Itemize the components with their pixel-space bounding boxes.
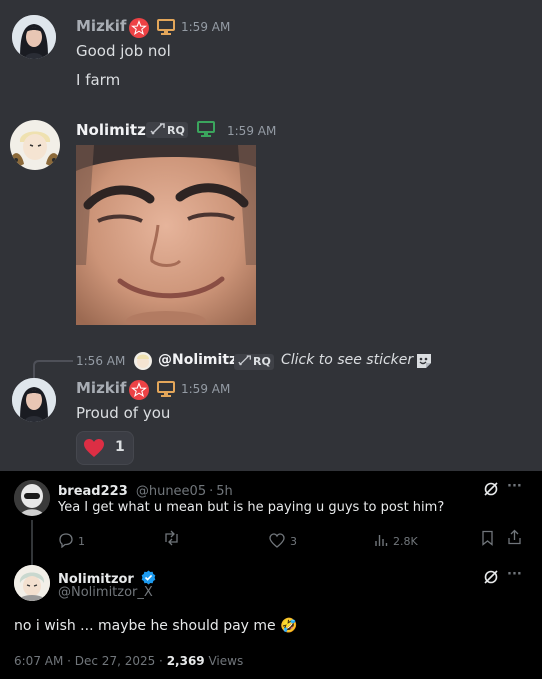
message-timestamp: 1:59 AM	[181, 20, 231, 34]
reply-count: 1	[78, 535, 85, 548]
mizkif-avatar[interactable]	[12, 378, 56, 422]
like-icon	[269, 533, 285, 548]
nolimitz-avatar-image	[10, 120, 60, 170]
more-options-icon[interactable]: ···	[507, 567, 522, 582]
view-count: 2.8K	[393, 535, 418, 548]
user-handle[interactable]: @hunee05	[136, 484, 206, 499]
desktop-icon	[197, 121, 215, 137]
bookmark-icon[interactable]	[481, 530, 494, 546]
reply-timestamp: 1:56 AM	[76, 354, 126, 368]
reply-icon	[59, 533, 73, 549]
verified-badge-icon	[141, 570, 156, 585]
author-name[interactable]: Nolimitz	[76, 121, 146, 139]
reply-action[interactable]: 1	[58, 530, 85, 549]
reaction-count: 1	[115, 439, 125, 455]
separator-dot: ·	[209, 484, 214, 499]
display-name[interactable]: bread223	[58, 484, 128, 499]
heart-icon	[84, 439, 104, 457]
tweet-text: Yea I get what u mean but is he paying u…	[58, 500, 445, 515]
desktop-icon	[157, 19, 175, 35]
grok-icon[interactable]	[483, 481, 499, 497]
role-tag-label: RQ	[253, 355, 271, 368]
tweet-age[interactable]: 5h	[216, 484, 233, 499]
tweet-datetime[interactable]: 6:07 AM · Dec 27, 2025 ·	[14, 654, 167, 668]
sword-icon	[150, 123, 165, 135]
message-timestamp: 1:59 AM	[227, 124, 277, 138]
reply-sticker-text[interactable]: Click to see sticker	[281, 352, 413, 368]
like-count: 3	[290, 535, 297, 548]
image-attachment[interactable]	[76, 145, 256, 325]
message-text: Proud of you	[76, 404, 171, 422]
grok-icon[interactable]	[483, 569, 499, 585]
star-badge-icon[interactable]	[128, 379, 150, 401]
views-action[interactable]: 2.8K	[374, 530, 418, 549]
nolimitzor-avatar-image	[14, 565, 50, 601]
tweet-meta: 6:07 AM · Dec 27, 2025 · 2,369 Views	[14, 654, 243, 668]
sword-icon	[238, 355, 251, 366]
reply-mention[interactable]: @Nolimitz	[158, 352, 237, 368]
nolimitzor-avatar[interactable]	[14, 565, 50, 601]
message-text: I farm	[76, 71, 121, 89]
mizkif-avatar-image	[12, 15, 56, 59]
message-timestamp: 1:59 AM	[181, 382, 231, 396]
share-icon[interactable]	[507, 529, 522, 545]
tweet-views-label: Views	[208, 654, 244, 668]
mizkif-avatar[interactable]	[12, 15, 56, 59]
desktop-icon	[157, 381, 175, 397]
like-action[interactable]: 3	[269, 530, 297, 549]
sticker-icon	[417, 354, 431, 368]
retweet-icon[interactable]	[163, 530, 180, 546]
bread223-avatar[interactable]	[14, 480, 50, 516]
tweet-header: bread223 @hunee05 · 5h	[58, 480, 233, 499]
thread-line	[31, 520, 33, 568]
tweet-text: no i wish ... maybe he should pay me 🤣	[14, 618, 298, 634]
views-icon	[375, 535, 388, 546]
author-name[interactable]: Mizkif	[76, 17, 126, 35]
tweet-view-count: 2,369	[166, 654, 205, 668]
tweet-thread: bread223 @hunee05 · 5h ··· Yea I get what …	[0, 471, 542, 679]
message-text: Good job nol	[76, 42, 171, 60]
heart-reaction[interactable]: 1	[76, 431, 134, 465]
discord-chat: Mizkif 1:59 AM Good job nol I farm Nolim…	[0, 0, 542, 471]
nolimitz-avatar[interactable]	[10, 120, 60, 170]
bread223-avatar-image	[14, 480, 50, 516]
more-options-icon[interactable]: ···	[507, 479, 522, 494]
role-tag-label: RQ	[167, 124, 185, 137]
reply-avatar-image	[137, 354, 149, 368]
role-tag: RQ	[234, 354, 274, 370]
star-badge-icon[interactable]	[128, 17, 150, 39]
author-name[interactable]: Mizkif	[76, 379, 126, 397]
face-photo	[76, 145, 256, 325]
reply-avatar	[134, 352, 152, 370]
role-tag: RQ	[146, 122, 188, 138]
user-handle[interactable]: @Nolimitzor_X	[58, 585, 153, 600]
mizkif-avatar-image	[12, 378, 56, 422]
